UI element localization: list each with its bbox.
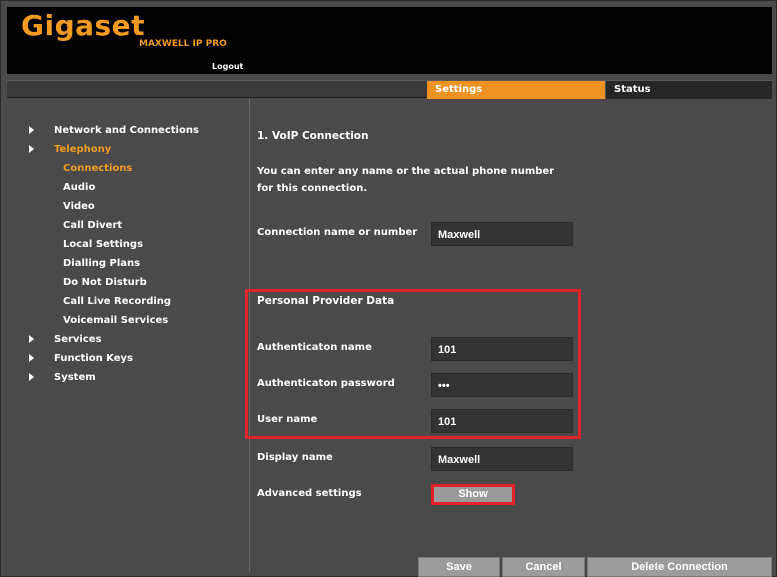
sidebar-item-call-divert[interactable]: Call Divert — [7, 216, 249, 235]
sidebar-item-system[interactable]: System — [7, 368, 249, 387]
sidebar-item-audio[interactable]: Audio — [7, 178, 249, 197]
expand-arrow-icon — [29, 373, 34, 381]
auth-password-label: Authenticaton password — [257, 378, 395, 389]
sidebar-item-label: Function Keys — [54, 353, 134, 364]
sidebar-item-dialling-plans[interactable]: Dialling Plans — [7, 254, 249, 273]
expand-arrow-icon — [29, 145, 34, 153]
sidebar-item-voicemail-services[interactable]: Voicemail Services — [7, 311, 249, 330]
section-title: 1. VoIP Connection — [257, 130, 369, 142]
sidebar-item-local-settings[interactable]: Local Settings — [7, 235, 249, 254]
connection-name-input[interactable]: Maxwell — [431, 222, 573, 246]
sidebar-item-label: Network and Connections — [54, 125, 199, 136]
display-name-input[interactable]: Maxwell — [431, 447, 573, 471]
save-button[interactable]: Save — [418, 557, 500, 577]
sidebar-item-services[interactable]: Services — [7, 330, 249, 349]
delete-connection-button[interactable]: Delete Connection — [587, 557, 772, 577]
gigaset-logo: Gigaset — [21, 9, 146, 42]
sidebar-item-video[interactable]: Video — [7, 197, 249, 216]
sidebar-item-label: System — [54, 372, 96, 383]
sidebar-item-function-keys[interactable]: Function Keys — [7, 349, 249, 368]
cancel-button[interactable]: Cancel — [502, 557, 585, 577]
intro-text: You can enter any name or the actual pho… — [257, 166, 555, 194]
sidebar: Network and Connections Telephony Connec… — [7, 99, 250, 572]
sidebar-item-label: Services — [54, 334, 102, 345]
sidebar-item-connections[interactable]: Connections — [7, 159, 249, 178]
auth-name-input[interactable]: 101 — [431, 337, 573, 361]
sidebar-item-do-not-disturb[interactable]: Do Not Disturb — [7, 273, 249, 292]
expand-arrow-icon — [29, 354, 34, 362]
header: Gigaset MAXWELL IP PRO Logout — [7, 7, 772, 74]
tab-bar: Settings Status — [7, 80, 772, 99]
connection-name-label: Connection name or number — [257, 227, 418, 238]
logout-link[interactable]: Logout — [212, 62, 243, 71]
model-name: MAXWELL IP PRO — [139, 39, 227, 49]
sidebar-item-telephony[interactable]: Telephony — [7, 140, 249, 159]
expand-arrow-icon — [29, 335, 34, 343]
auth-name-label: Authenticaton name — [257, 342, 372, 353]
user-name-label: User name — [257, 414, 318, 425]
display-name-label: Display name — [257, 452, 333, 463]
sidebar-item-call-live-recording[interactable]: Call Live Recording — [7, 292, 249, 311]
provider-data-title: Personal Provider Data — [257, 295, 395, 307]
tab-settings[interactable]: Settings — [427, 81, 605, 99]
sidebar-item-network-and-connections[interactable]: Network and Connections — [7, 121, 249, 140]
sidebar-item-label: Telephony — [54, 144, 112, 155]
show-advanced-button[interactable]: Show — [431, 484, 515, 505]
user-name-input[interactable]: 101 — [431, 409, 573, 433]
auth-password-input[interactable]: ••• — [431, 373, 573, 397]
expand-arrow-icon — [29, 126, 34, 134]
advanced-settings-label: Advanced settings — [257, 488, 362, 499]
tab-status[interactable]: Status — [605, 81, 772, 99]
app-window: Gigaset MAXWELL IP PRO Logout Settings S… — [0, 0, 777, 577]
